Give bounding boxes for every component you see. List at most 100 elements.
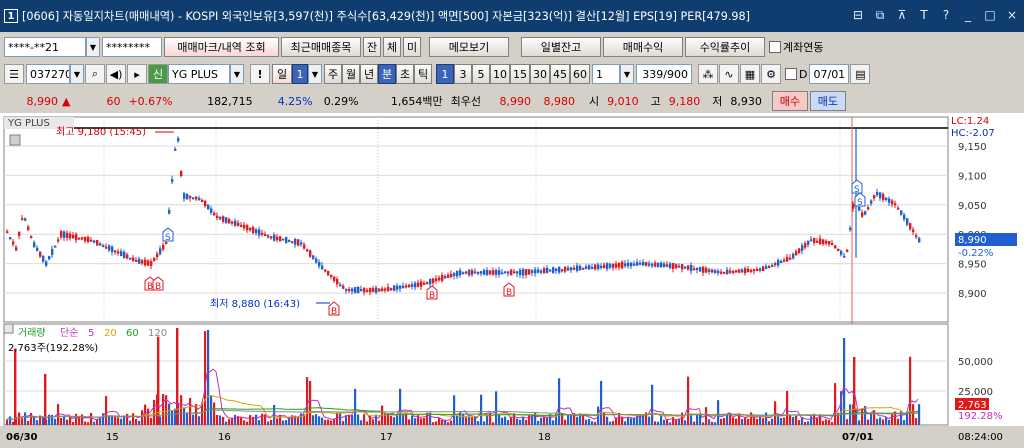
linked-label: 계좌연동 bbox=[783, 41, 824, 54]
minimize-icon[interactable]: _ bbox=[960, 8, 976, 23]
candle-body bbox=[75, 234, 78, 241]
candle-body bbox=[618, 262, 621, 268]
daily-balance-button[interactable]: 일별잔고 bbox=[521, 37, 601, 57]
font-icon[interactable]: T bbox=[916, 8, 932, 23]
minute-60-button[interactable]: 60 bbox=[570, 64, 590, 84]
calendar-icon[interactable]: ▤ bbox=[850, 64, 871, 84]
candle-body bbox=[804, 243, 807, 248]
settings-icon[interactable]: ⚙ bbox=[761, 64, 781, 84]
minute-10-button[interactable]: 10 bbox=[490, 64, 510, 84]
buy-button[interactable]: 매수 bbox=[771, 91, 808, 111]
sound-icon[interactable]: ◀) bbox=[106, 64, 126, 84]
help-icon[interactable]: ? bbox=[938, 8, 954, 23]
stock-code-field[interactable]: 037270 bbox=[26, 64, 70, 84]
draw-icon[interactable]: ∿ bbox=[719, 64, 739, 84]
trade-mark-button[interactable]: 매매마크/내역 조회 bbox=[164, 37, 279, 57]
candle-body bbox=[624, 263, 627, 267]
trade-amount: 1,654백만 bbox=[390, 95, 443, 108]
volume-bar bbox=[450, 420, 453, 425]
minute-5-button[interactable]: 5 bbox=[472, 64, 490, 84]
minute-15-button[interactable]: 15 bbox=[510, 64, 530, 84]
candle-body bbox=[51, 248, 54, 255]
volume-bar bbox=[111, 415, 114, 425]
count-dropdown-icon[interactable]: ▼ bbox=[620, 64, 634, 84]
volume-bar bbox=[882, 419, 885, 425]
executed-button[interactable]: 체 bbox=[383, 37, 401, 57]
volume-bar bbox=[462, 413, 465, 425]
volume-bar bbox=[222, 417, 225, 425]
candle-body bbox=[240, 225, 243, 228]
period-dropdown-icon[interactable]: ▼ bbox=[308, 64, 322, 84]
candle-body bbox=[189, 196, 192, 199]
period-month-button[interactable]: 월 bbox=[342, 64, 360, 84]
period-value[interactable]: 1 bbox=[292, 64, 308, 84]
volume-bar bbox=[90, 412, 93, 425]
candle-body bbox=[594, 264, 597, 270]
search-icon[interactable]: ⌕ bbox=[85, 64, 105, 84]
pin-icon[interactable]: ⊼ bbox=[894, 8, 910, 23]
candle-body bbox=[900, 210, 903, 215]
candle-body bbox=[717, 270, 720, 274]
recent-stocks-button[interactable]: 최근매매종목 bbox=[281, 37, 361, 57]
volume-bar bbox=[717, 400, 720, 425]
volume-bar bbox=[231, 417, 234, 425]
candle-body bbox=[894, 203, 897, 206]
link-icon[interactable]: ⊟ bbox=[850, 8, 866, 23]
volume-bar bbox=[48, 414, 51, 425]
indicator-icon[interactable]: ⁂ bbox=[698, 64, 718, 84]
list-icon[interactable]: ☰ bbox=[4, 64, 24, 84]
name-dropdown-icon[interactable]: ▼ bbox=[230, 64, 244, 84]
arrow-icon[interactable]: ▸ bbox=[127, 64, 147, 84]
price-volume-chart[interactable]: B BSBB BSS YG PLUS 최고 9,180 (15:45) 최저 8,8… bbox=[0, 113, 1024, 445]
candle-body bbox=[714, 270, 717, 273]
candle-body bbox=[555, 268, 558, 271]
volume-bar bbox=[351, 415, 354, 425]
volume-bar bbox=[459, 413, 462, 425]
volume-bar bbox=[243, 420, 246, 425]
linked-checkbox[interactable] bbox=[769, 41, 781, 53]
volume-bar bbox=[567, 414, 570, 425]
sell-button[interactable]: 매도 bbox=[809, 91, 846, 111]
copy-icon[interactable]: ⧉ bbox=[872, 8, 888, 23]
account-dropdown-icon[interactable]: ▼ bbox=[86, 37, 100, 57]
unexecuted-button[interactable]: 미 bbox=[403, 37, 421, 57]
minute-3-button[interactable]: 3 bbox=[454, 64, 472, 84]
password-field[interactable]: ******** bbox=[102, 37, 162, 57]
date-field[interactable]: 07/01 bbox=[809, 64, 850, 84]
candle-body bbox=[732, 271, 735, 274]
candle-body bbox=[477, 271, 480, 274]
balance-button[interactable]: 잔 bbox=[363, 37, 381, 57]
alert-icon[interactable]: ! bbox=[250, 64, 270, 84]
code-dropdown-icon[interactable]: ▼ bbox=[70, 64, 84, 84]
candle-body bbox=[657, 262, 660, 267]
volume: 182,715 bbox=[207, 94, 253, 108]
candle-body bbox=[840, 250, 843, 255]
period-second-button[interactable]: 초 bbox=[396, 64, 414, 84]
count-field[interactable]: 1 bbox=[592, 64, 620, 84]
account-field[interactable]: ****-**21 bbox=[4, 37, 86, 57]
volume-bar bbox=[756, 418, 759, 425]
candle-body bbox=[570, 267, 573, 271]
maximize-icon[interactable]: □ bbox=[982, 8, 998, 23]
candle-body bbox=[906, 218, 909, 225]
close-icon[interactable]: × bbox=[1004, 8, 1020, 23]
minute-45-button[interactable]: 45 bbox=[550, 64, 570, 84]
candle-body bbox=[789, 257, 792, 260]
memo-button[interactable]: 메모보기 bbox=[429, 37, 509, 57]
period-week-button[interactable]: 주 bbox=[324, 64, 342, 84]
period-year-button[interactable]: 년 bbox=[360, 64, 378, 84]
minute-30-button[interactable]: 30 bbox=[530, 64, 550, 84]
minute-1-button[interactable]: 1 bbox=[436, 64, 454, 84]
volume-bar bbox=[684, 420, 687, 425]
trade-profit-button[interactable]: 매매수익 bbox=[603, 37, 683, 57]
period-tick-button[interactable]: 틱 bbox=[414, 64, 432, 84]
chart-area[interactable]: BBSBBBSS YG PLUS 최고 9,180 (15:45) 최저 8,8… bbox=[0, 113, 1024, 445]
period-day-button[interactable]: 일 bbox=[272, 64, 292, 84]
grid-icon[interactable]: ▦ bbox=[740, 64, 760, 84]
period-minute-button[interactable]: 분 bbox=[378, 64, 396, 84]
candle-body bbox=[591, 267, 594, 270]
candle-body bbox=[426, 282, 429, 285]
date-checkbox[interactable] bbox=[785, 68, 797, 80]
profit-rate-button[interactable]: 수익률추이 bbox=[685, 37, 765, 57]
candle-body bbox=[153, 258, 156, 261]
